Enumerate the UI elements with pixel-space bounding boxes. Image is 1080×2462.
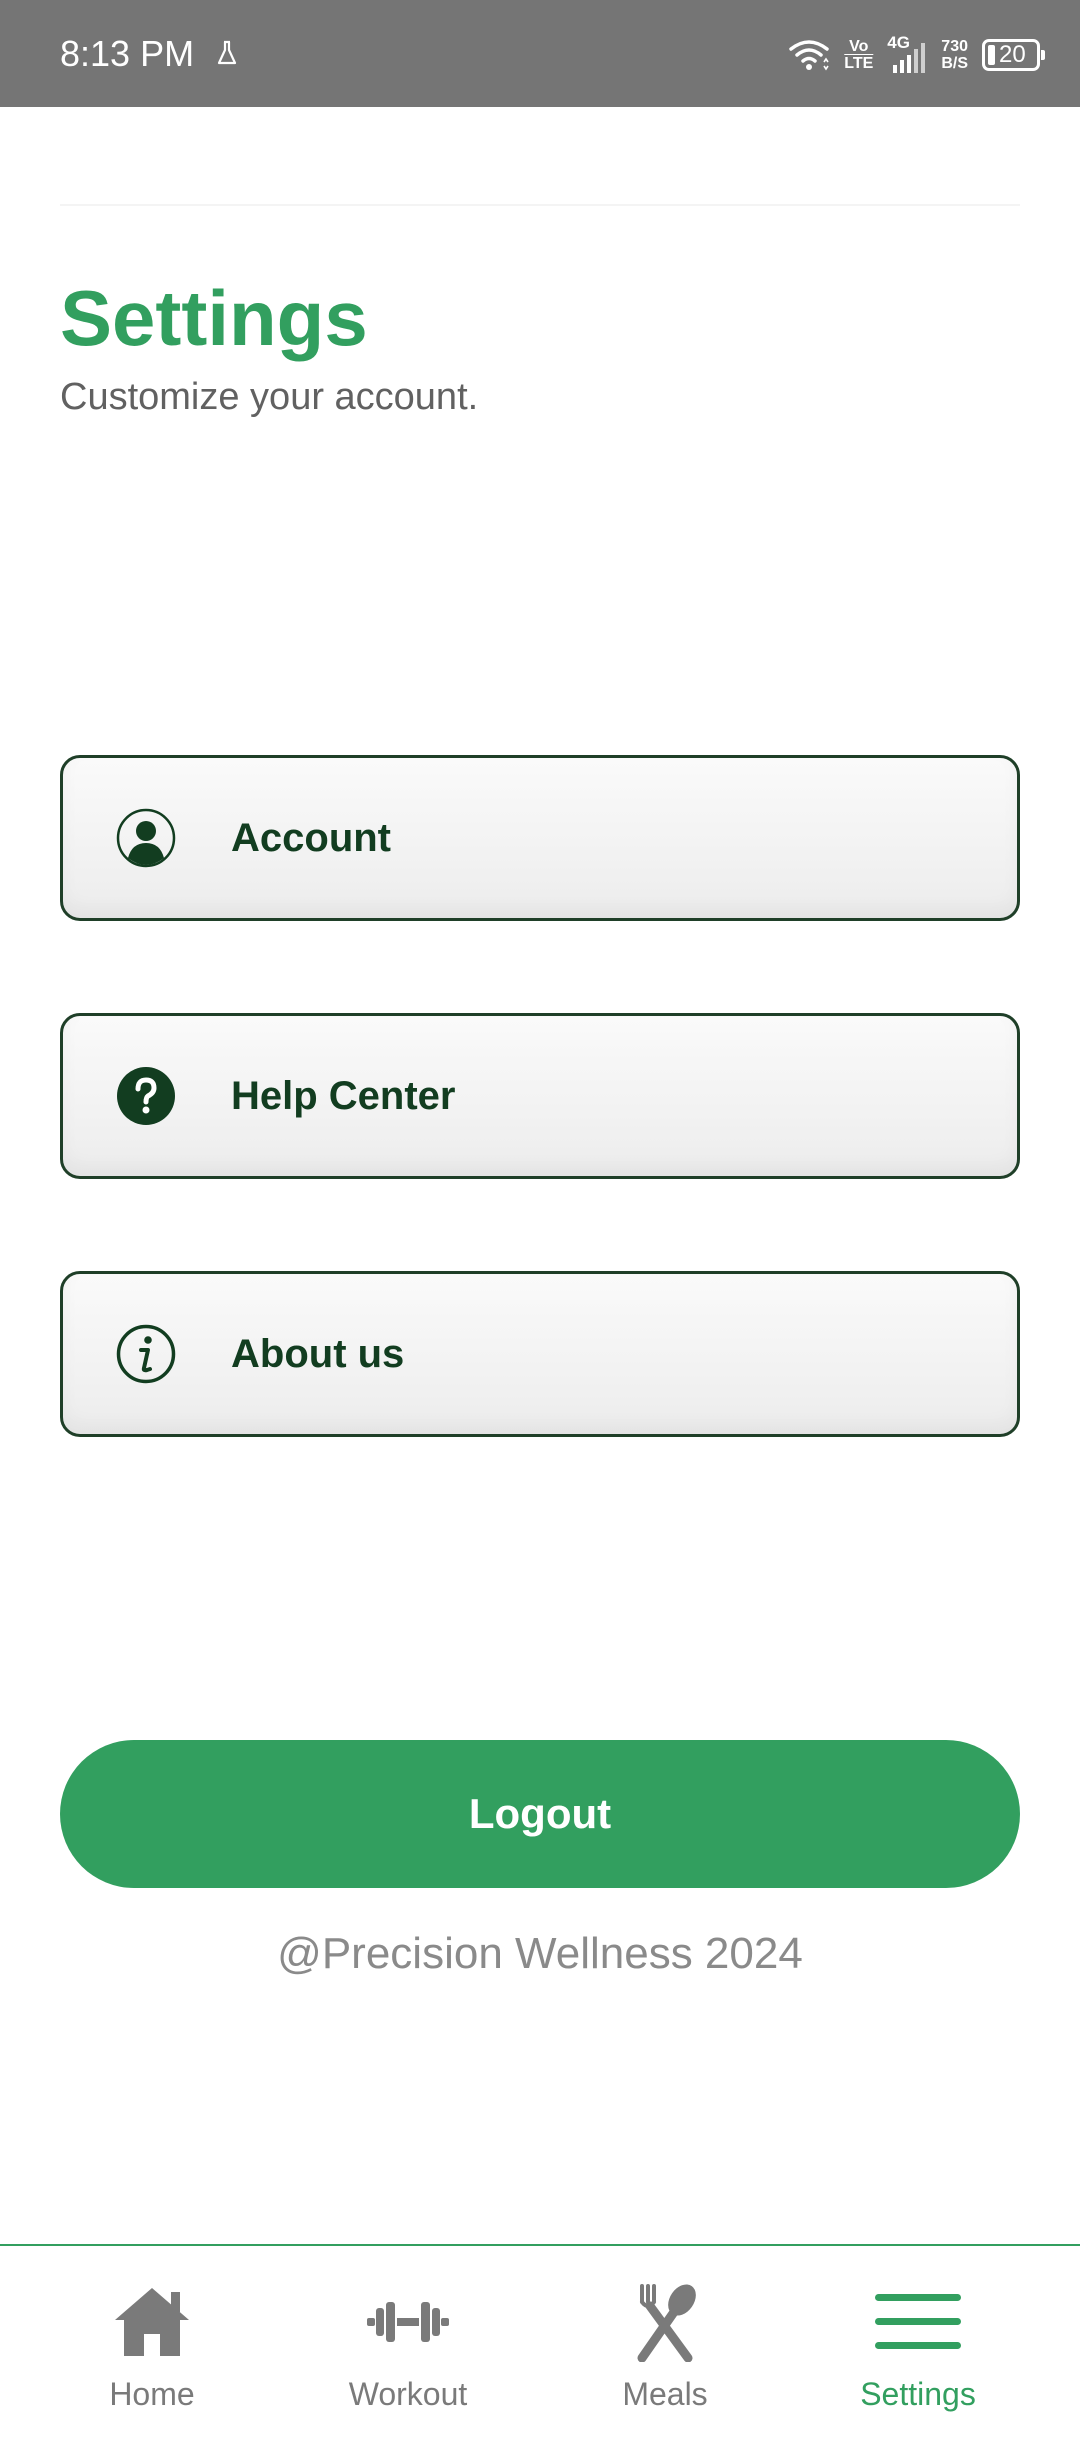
account-label: Account	[231, 816, 391, 860]
page-subtitle: Customize your account.	[60, 376, 479, 418]
help-center-button[interactable]: Help Center	[60, 1013, 1020, 1179]
wifi-icon	[789, 40, 830, 71]
info-icon	[116, 1324, 176, 1384]
volte-indicator: Vo LTE	[844, 38, 873, 72]
network-speed: 730 B/S	[941, 38, 968, 72]
page-title: Settings	[60, 274, 368, 362]
status-bar: 8:13 PM Vo LTE 4G 730 B/S 20	[0, 0, 1080, 107]
battery-level: 20	[999, 41, 1026, 68]
account-circle-icon	[116, 808, 176, 868]
nav-meals-label: Meals	[622, 2376, 708, 2412]
help-center-label: Help Center	[231, 1074, 456, 1118]
fork-spoon-icon	[637, 2284, 696, 2362]
menu-icon	[875, 2294, 961, 2349]
status-time: 8:13 PM	[60, 33, 195, 74]
signal-bars-icon	[893, 43, 926, 73]
signal-indicator: 4G	[887, 33, 927, 75]
volte-bottom: LTE	[844, 55, 874, 72]
nav-workout-label: Workout	[348, 2376, 468, 2412]
bottom-navigation: Home Workout Meals Settings	[0, 2244, 1080, 2462]
header-divider	[60, 204, 1020, 206]
about-us-button[interactable]: About us	[60, 1271, 1020, 1437]
home-icon	[115, 2288, 189, 2356]
status-icons: Vo LTE 4G 730 B/S 20	[788, 30, 1045, 80]
help-icon	[117, 1067, 175, 1125]
logout-button[interactable]: Logout	[60, 1740, 1020, 1888]
battery-icon: 20	[982, 39, 1045, 71]
nav-settings[interactable]: Settings	[808, 2282, 1028, 2432]
nav-workout[interactable]: Workout	[298, 2282, 518, 2432]
volte-top: Vo	[849, 38, 869, 55]
nav-home-label: Home	[109, 2376, 195, 2412]
account-button[interactable]: Account	[60, 755, 1020, 921]
about-us-label: About us	[231, 1332, 405, 1376]
nav-meals[interactable]: Meals	[555, 2282, 775, 2432]
nav-home[interactable]: Home	[42, 2282, 262, 2432]
copyright-text: @Precision Wellness 2024	[277, 1929, 803, 1978]
nav-settings-label: Settings	[860, 2376, 976, 2412]
flask-icon	[217, 40, 237, 65]
speed-unit: B/S	[941, 55, 968, 72]
dumbbell-icon	[367, 2302, 449, 2342]
speed-value: 730	[941, 38, 968, 55]
